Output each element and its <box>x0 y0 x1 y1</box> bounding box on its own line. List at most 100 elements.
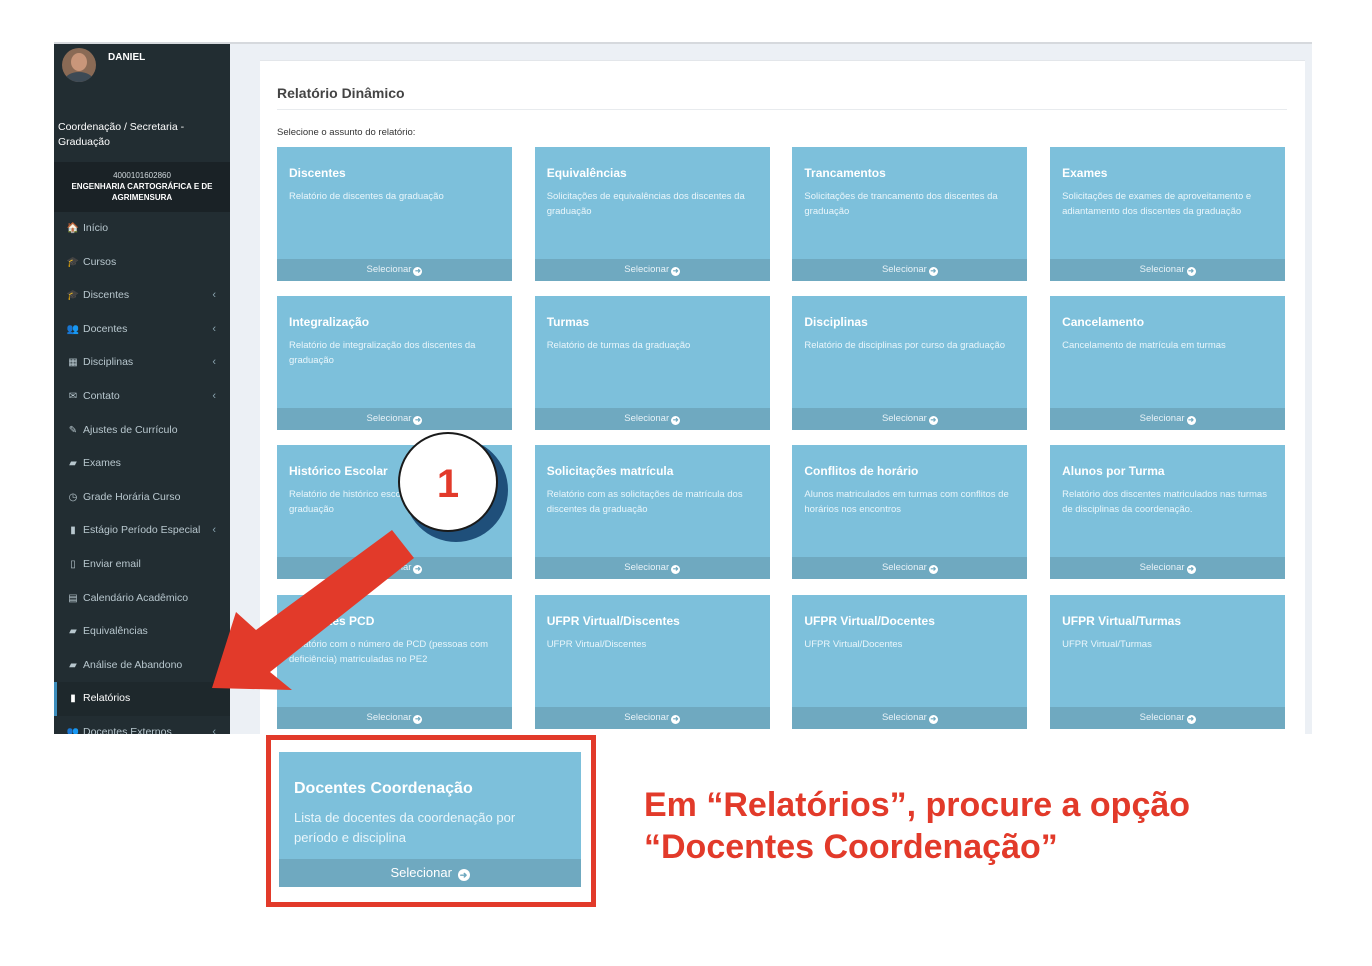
sidebar-item-5[interactable]: ✉ Contato ‹ <box>54 380 230 414</box>
chevron-left-icon: ‹ <box>212 725 216 734</box>
tile-description: Cancelamento de matrícula em turmas <box>1062 340 1226 352</box>
sidebar-item-10[interactable]: ▯ Enviar email <box>54 548 230 582</box>
select-label: Selecionar <box>881 711 927 723</box>
tile-description: Relatório de disciplinas por curso da gr… <box>804 340 1006 352</box>
sidebar-item-2[interactable]: 🎓 Discentes ‹ <box>54 279 230 313</box>
sidebar-item-13[interactable]: ▰ Análise de Abandono <box>54 649 230 683</box>
select-button[interactable]: Selecionar ➜ <box>792 557 1028 580</box>
sidebar-item-label: Análise de Abandono <box>83 658 183 671</box>
docentes-coordenacao-card[interactable]: Docentes Coordenação Lista de docentes d… <box>279 752 581 887</box>
select-button[interactable]: Selecionar ➜ <box>792 408 1028 431</box>
sidebar-item-1[interactable]: 🎓 Cursos <box>54 246 230 280</box>
sidebar-item-7[interactable]: ▰ Exames <box>54 447 230 481</box>
sidebar-item-11[interactable]: ▤ Calendário Acadêmico <box>54 582 230 616</box>
select-button[interactable]: Selecionar ➜ <box>534 706 770 729</box>
chevron-left-icon: ‹ <box>212 289 216 302</box>
report-tile[interactable]: Alunos por Turma Relatório dos discentes … <box>1050 445 1286 580</box>
report-tile[interactable]: Exames Solicitações de exames de aproveit… <box>1050 147 1286 281</box>
sidebar-item-label: Início <box>83 222 109 234</box>
tile-title: Equivalências <box>546 166 627 180</box>
sidebar-item-15[interactable]: 👥 Docentes Externos ‹ <box>54 716 230 734</box>
sidebar-item-label: Equivalências <box>83 625 148 638</box>
select-button[interactable]: Selecionar ➜ <box>1050 259 1286 281</box>
select-button[interactable]: Selecionar ➜ <box>277 557 512 580</box>
select-button[interactable]: Selecionar ➜ <box>277 408 512 431</box>
report-tile[interactable]: Integralização Relatório de integralizaçã… <box>277 296 512 431</box>
report-tile[interactable]: Discentes PCD Relatório com o número de P… <box>277 594 512 729</box>
sidebar-item-label: Contato <box>83 389 120 402</box>
sidebar-item-label: Grade Horária Curso <box>83 490 181 503</box>
sidebar-item-label: Discentes <box>83 289 130 302</box>
select-label: Selecionar <box>1139 711 1185 723</box>
sidebar-item-0[interactable]: 🏠 Início <box>54 212 230 246</box>
arrow-right-circle-icon: ➜ <box>928 714 938 724</box>
report-tile[interactable]: Disciplinas Relatório de disciplinas por … <box>792 296 1028 431</box>
select-button[interactable]: Selecionar ➜ <box>1050 706 1286 729</box>
select-label: Selecionar <box>881 264 927 275</box>
tile-description: UFPR Virtual/Discentes <box>546 638 647 650</box>
sidebar-item-4[interactable]: ▦ Disciplinas ‹ <box>54 346 230 380</box>
tile-description: Solicitações de equivalências dos discen… <box>546 191 745 217</box>
arrow-right-circle-icon: ➜ <box>928 565 938 575</box>
report-tile[interactable]: Turmas Relatório de turmas da graduação Se… <box>534 296 770 431</box>
select-label: Selecionar <box>881 562 927 574</box>
tile-title: Trancamentos <box>804 166 886 180</box>
course-name: ENGENHARIA CARTOGRÁFICA E DE AGRIMENSURA <box>71 182 213 202</box>
select-button[interactable]: Selecionar ➜ <box>279 859 581 887</box>
select-button[interactable]: Selecionar ➜ <box>792 706 1028 729</box>
report-tile[interactable]: Discentes Relatório de discentes da gradu… <box>277 147 512 281</box>
select-button[interactable]: Selecionar ➜ <box>534 557 770 580</box>
sidebar-item-9[interactable]: ▮ Estágio Período Especial ‹ <box>54 514 230 548</box>
select-button[interactable]: Selecionar ➜ <box>277 259 512 281</box>
users-icon: 👥 <box>66 323 80 335</box>
title-divider <box>277 109 1287 110</box>
select-label: Selecionar <box>624 562 670 574</box>
sidebar-item-3[interactable]: 👥 Docentes ‹ <box>54 313 230 347</box>
report-tile[interactable]: UFPR Virtual/Turmas UFPR Virtual/Turmas Se… <box>1050 594 1286 729</box>
select-button[interactable]: Selecionar ➜ <box>534 259 770 281</box>
tile-title: Cancelamento <box>1062 315 1145 330</box>
tile-description: Relatório dos discentes matriculados nas… <box>1062 489 1267 516</box>
sidebar-item-8[interactable]: ◷ Grade Horária Curso <box>54 481 230 515</box>
arrow-right-circle-icon: ➜ <box>413 714 423 724</box>
main-content: Relatório Dinâmico Selecione o assunto d… <box>230 44 1312 734</box>
app-screenshot: DANIEL Coordenação / Secretaria - Gradua… <box>54 42 1312 734</box>
select-button[interactable]: Selecionar ➜ <box>792 259 1028 281</box>
report-tile[interactable]: Solicitações matrícula Relatório com as s… <box>534 445 770 580</box>
tile-title: Discentes <box>289 166 346 180</box>
sidebar-item-label: Cursos <box>83 255 117 268</box>
tile-description: Relatório com o número de PCD (pessoas c… <box>289 638 489 665</box>
sidebar-item-14[interactable]: ▮ Relatórios <box>54 682 230 716</box>
select-label: Selecionar <box>1139 562 1185 574</box>
course-box: 4000101602860 ENGENHARIA CARTOGRÁFICA E … <box>54 162 230 212</box>
sidebar-item-6[interactable]: ✎ Ajustes de Currículo <box>54 414 230 448</box>
sidebar-item-12[interactable]: ▰ Equivalências <box>54 615 230 649</box>
grid-icon: ▦ <box>68 357 78 369</box>
report-tile[interactable]: UFPR Virtual/Discentes UFPR Virtual/Disce… <box>534 594 770 729</box>
select-button[interactable]: Selecionar ➜ <box>534 408 770 431</box>
select-button[interactable]: Selecionar ➜ <box>1050 408 1286 431</box>
report-tile[interactable]: Trancamentos Solicitações de trancamento … <box>792 147 1028 281</box>
calendar-icon: ▤ <box>68 592 78 604</box>
tile-description: UFPR Virtual/Docentes <box>804 638 903 650</box>
report-tile[interactable]: Cancelamento Cancelamento de matrícula em… <box>1050 296 1286 431</box>
select-label: Selecionar <box>624 711 670 723</box>
sidebar-item-label: Calendário Acadêmico <box>83 591 189 604</box>
tile-description: Solicitações de trancamento dos discente… <box>804 191 998 217</box>
sidebar-item-label: Disciplinas <box>83 356 134 369</box>
select-label: Selecionar <box>881 413 927 425</box>
select-button[interactable]: Selecionar ➜ <box>1050 557 1286 580</box>
users-icon: 👥 <box>66 726 80 734</box>
user-role: Coordenação / Secretaria - Graduação <box>58 121 185 148</box>
step-badge: 1 <box>398 432 498 532</box>
sidebar-item-label: Relatórios <box>83 692 131 705</box>
report-tile[interactable]: Conflitos de horário Alunos matriculados … <box>792 445 1028 580</box>
report-tile[interactable]: UFPR Virtual/Docentes UFPR Virtual/Docent… <box>792 594 1028 729</box>
select-label: Selecionar <box>390 865 452 880</box>
sidebar-item-label: Docentes Externos <box>83 725 172 734</box>
select-label: Selecionar <box>366 413 412 425</box>
select-button[interactable]: Selecionar ➜ <box>277 706 512 729</box>
select-label: Selecionar <box>366 264 412 275</box>
report-prompt: Selecione o assunto do relatório: <box>277 127 416 138</box>
report-tile[interactable]: Equivalências Solicitações de equivalênci… <box>534 147 770 281</box>
